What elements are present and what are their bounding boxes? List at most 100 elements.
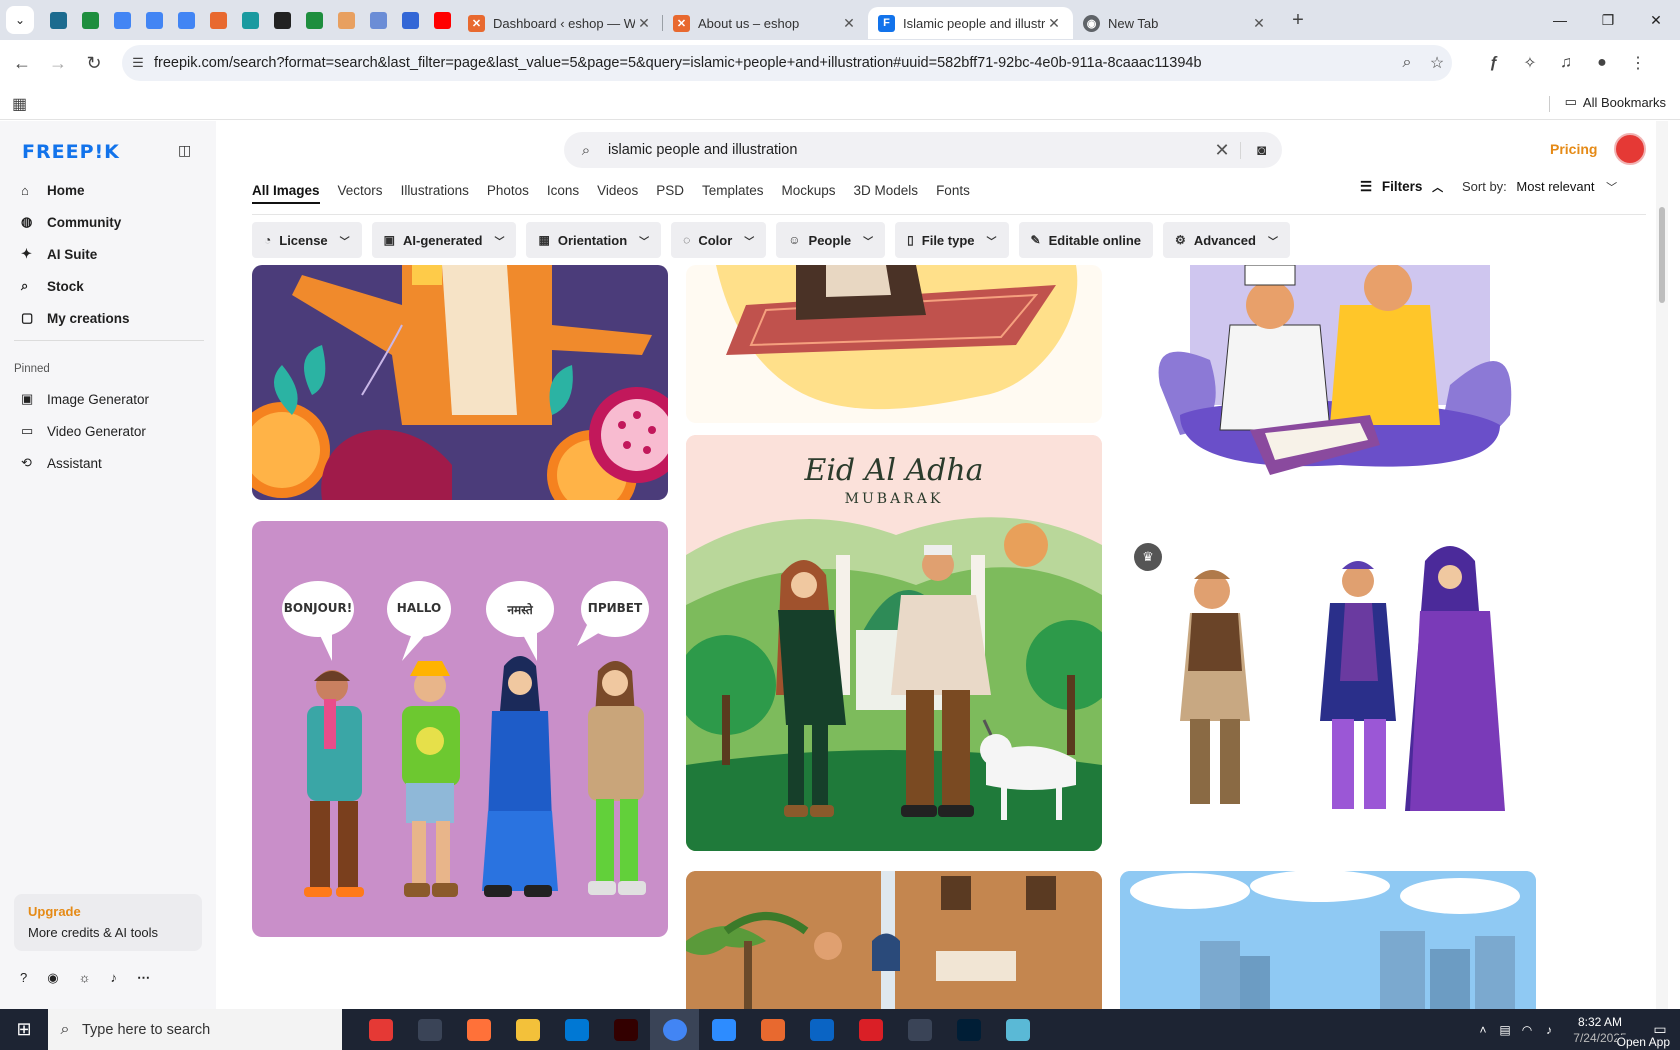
address-bar[interactable]: ☰ freepik.com/search?format=search&last_…: [122, 45, 1452, 81]
taskbar-app[interactable]: [895, 1009, 944, 1050]
pinned-tab[interactable]: [202, 5, 234, 35]
zoom-icon[interactable]: ⌕: [1392, 54, 1422, 72]
more-icon[interactable]: ⋯: [137, 970, 150, 986]
tab-mockups[interactable]: Mockups: [782, 183, 836, 198]
theme-icon[interactable]: ☼: [79, 970, 91, 986]
upgrade-card[interactable]: Upgrade More credits & AI tools: [14, 894, 202, 951]
extension-icon[interactable]: ƒ: [1476, 45, 1512, 81]
sort-dropdown[interactable]: Sort by: Most relevant ﹀: [1462, 179, 1617, 195]
apps-grid-icon[interactable]: ▦: [12, 94, 27, 114]
tab-photos[interactable]: Photos: [487, 183, 529, 198]
chevron-up-icon[interactable]: ˄: [1472, 1023, 1494, 1037]
tab-videos[interactable]: Videos: [597, 183, 638, 198]
pinned-item-video-generator[interactable]: ▭ Video Generator: [14, 415, 204, 447]
start-button[interactable]: ⊞: [0, 1009, 48, 1050]
result-card[interactable]: [686, 265, 1102, 423]
filters-button[interactable]: ☰ Filters ︿: [1360, 179, 1443, 195]
pinned-item-assistant[interactable]: ⟲ Assistant: [14, 447, 204, 479]
star-icon[interactable]: ☆: [1422, 53, 1452, 73]
sidebar-item-my-creations[interactable]: ▢ My creations: [14, 302, 204, 334]
discord-icon[interactable]: ◉: [47, 970, 58, 986]
filter-people[interactable]: ☺ People ﹀: [776, 222, 886, 258]
taskbar-app[interactable]: [797, 1009, 846, 1050]
kebab-menu-icon[interactable]: ⋮: [1620, 45, 1656, 81]
result-card[interactable]: ♛: [1120, 521, 1536, 851]
taskbar-app[interactable]: [601, 1009, 650, 1050]
sidebar-collapse-icon[interactable]: ◫: [178, 142, 191, 159]
site-info-icon[interactable]: ☰: [122, 55, 154, 71]
pinned-tab[interactable]: [426, 5, 458, 35]
profile-icon[interactable]: ●: [1584, 45, 1620, 81]
tab-dashboard[interactable]: ✕ Dashboard ‹ eshop — Wo ✕: [458, 7, 663, 39]
pinned-tab[interactable]: [298, 5, 330, 35]
tab-vectors[interactable]: Vectors: [338, 183, 383, 198]
taskbar-app[interactable]: [846, 1009, 895, 1050]
sidebar-item-stock[interactable]: ⌕ Stock: [14, 270, 204, 302]
taskbar-app[interactable]: [552, 1009, 601, 1050]
tab-templates[interactable]: Templates: [702, 183, 764, 198]
tab-illustrations[interactable]: Illustrations: [401, 183, 469, 198]
media-icon[interactable]: ♫: [1548, 45, 1584, 81]
pinned-tab[interactable]: [106, 5, 138, 35]
minimize-icon[interactable]: —: [1536, 0, 1584, 40]
all-bookmarks-button[interactable]: ▭ All Bookmarks: [1548, 94, 1666, 112]
close-icon[interactable]: ✕: [1045, 15, 1063, 32]
taskbar-app[interactable]: [650, 1009, 699, 1050]
tab-all-images[interactable]: All Images: [252, 183, 320, 204]
result-card[interactable]: [686, 871, 1102, 1009]
taskbar-app[interactable]: [503, 1009, 552, 1050]
taskbar-app[interactable]: [356, 1009, 405, 1050]
taskbar-search[interactable]: ⌕ Type here to search: [48, 1009, 342, 1050]
back-button[interactable]: ←: [4, 45, 40, 81]
pinned-tab[interactable]: [74, 5, 106, 35]
filter-color[interactable]: ◌ Color ﹀: [671, 222, 767, 258]
bell-icon[interactable]: ♪: [111, 970, 118, 986]
camera-icon[interactable]: ◙: [1240, 141, 1282, 159]
taskbar-app[interactable]: [944, 1009, 993, 1050]
forward-button[interactable]: →: [40, 45, 76, 81]
pinned-item-image-generator[interactable]: ▣ Image Generator: [14, 383, 204, 415]
tab-search-button[interactable]: ⌄: [6, 6, 34, 34]
volume-icon[interactable]: ♪: [1538, 1023, 1560, 1037]
result-card[interactable]: Eid Al Adha MUBARAK: [686, 435, 1102, 851]
sidebar-item-community[interactable]: ◍ Community: [14, 206, 204, 238]
filter-editable-online[interactable]: ✎ Editable online: [1018, 222, 1154, 258]
pinned-tab[interactable]: [42, 5, 74, 35]
result-card[interactable]: [1120, 871, 1536, 1009]
new-tab-button[interactable]: +: [1284, 9, 1312, 32]
close-icon[interactable]: ✕: [840, 15, 858, 32]
filter-ai-generated[interactable]: ▣ AI-generated ﹀: [371, 222, 517, 258]
search-bar[interactable]: ⌕ ✕ ◙: [564, 132, 1282, 168]
puzzle-icon[interactable]: ✧: [1512, 45, 1548, 81]
taskbar-app[interactable]: [699, 1009, 748, 1050]
restore-icon[interactable]: ❐: [1584, 0, 1632, 40]
tab-psd[interactable]: PSD: [656, 183, 684, 198]
pinned-tab[interactable]: [394, 5, 426, 35]
url-text[interactable]: freepik.com/search?format=search&last_fi…: [154, 55, 1392, 71]
close-icon[interactable]: ✕: [1250, 15, 1268, 32]
sidebar-item-ai-suite[interactable]: ✦ AI Suite: [14, 238, 204, 270]
filter-file-type[interactable]: ▯ File type ﹀: [895, 222, 1009, 258]
page-scrollbar[interactable]: [1656, 121, 1668, 1009]
network-icon[interactable]: ▤: [1494, 1023, 1516, 1037]
avatar[interactable]: [1614, 133, 1646, 165]
tab-new-tab[interactable]: ◉ New Tab ✕: [1073, 7, 1278, 39]
result-card[interactable]: [252, 265, 668, 500]
taskbar-app[interactable]: [454, 1009, 503, 1050]
clear-icon[interactable]: ✕: [1204, 140, 1240, 161]
open-app-tooltip[interactable]: Open App: [1616, 1035, 1670, 1049]
tab-icons[interactable]: Icons: [547, 183, 579, 198]
taskbar-app[interactable]: [993, 1009, 1042, 1050]
filter-advanced[interactable]: ⚙ Advanced ﹀: [1163, 222, 1290, 258]
tab-about-us[interactable]: ✕ About us – eshop ✕: [663, 7, 868, 39]
filter-orientation[interactable]: ▦ Orientation ﹀: [526, 222, 662, 258]
search-input[interactable]: [608, 142, 1204, 158]
pinned-tab[interactable]: [362, 5, 394, 35]
pinned-tab[interactable]: [234, 5, 266, 35]
sidebar-item-home[interactable]: ⌂ Home: [14, 174, 204, 206]
pricing-link[interactable]: Pricing: [1550, 141, 1597, 157]
tab-3d-models[interactable]: 3D Models: [854, 183, 919, 198]
wifi-icon[interactable]: ◠: [1516, 1023, 1538, 1037]
close-icon[interactable]: ✕: [635, 15, 653, 32]
pinned-tab[interactable]: [266, 5, 298, 35]
